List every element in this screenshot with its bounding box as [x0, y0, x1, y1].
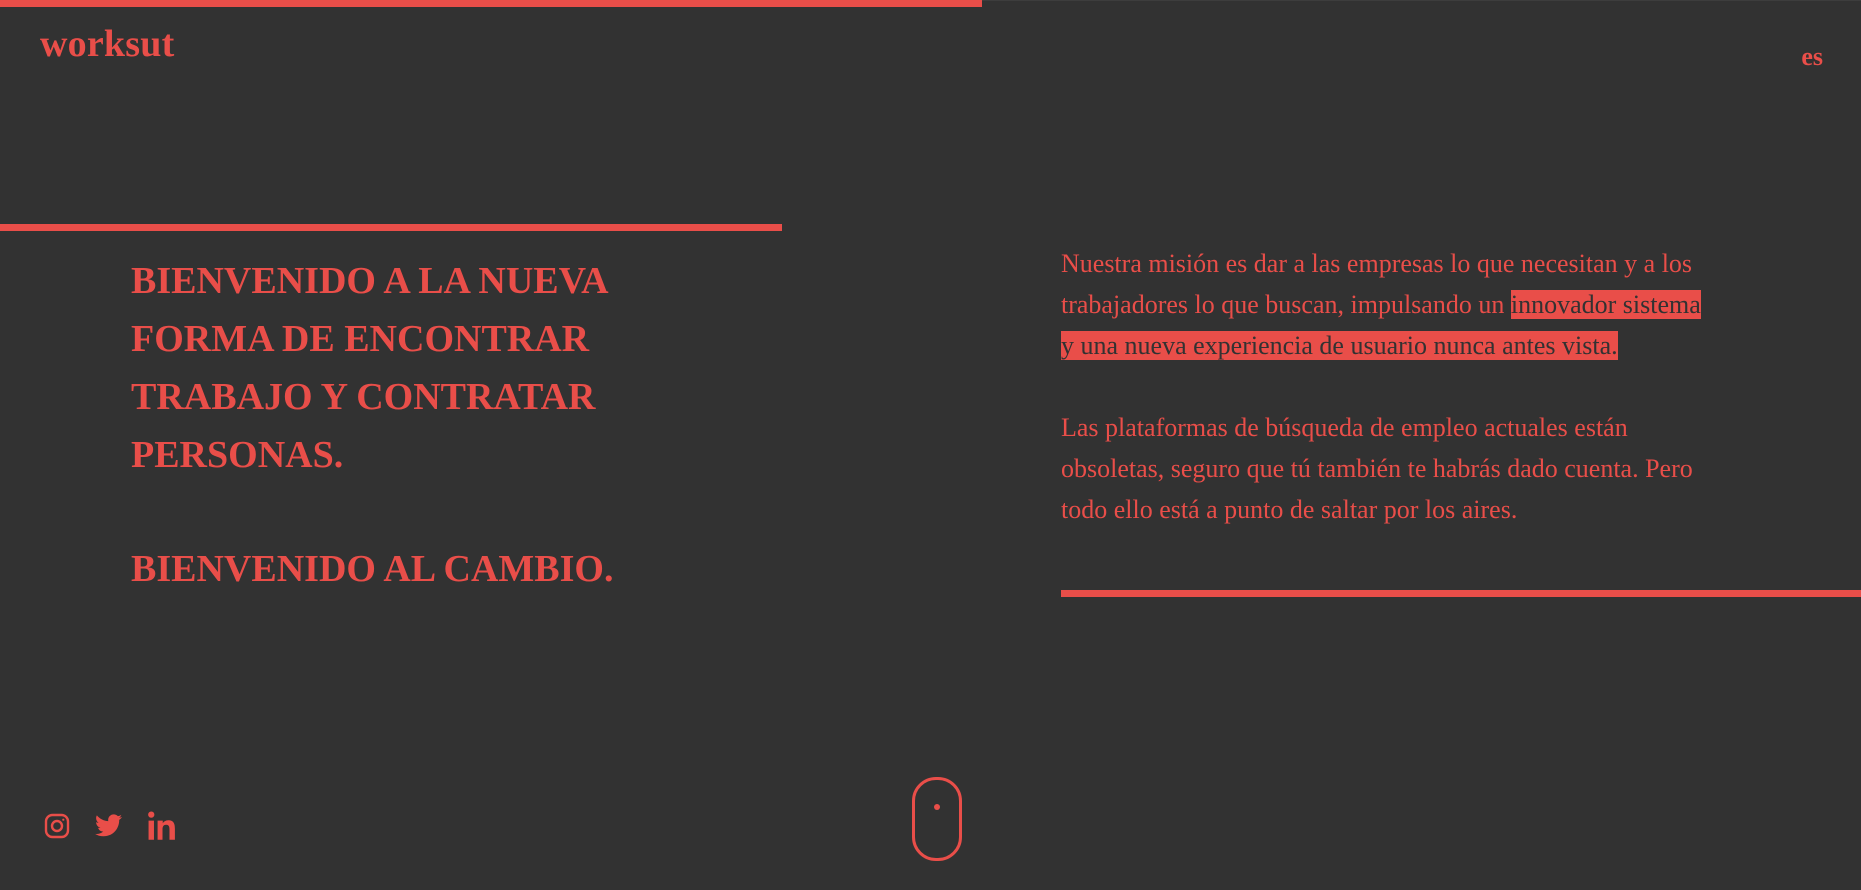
hero-headline-block: Bienvenido a la nueva forma de encontrar… [131, 252, 711, 598]
mouse-scroll-icon[interactable] [912, 777, 962, 861]
mission-paragraph-1: Nuestra misión es dar a las empresas lo … [1061, 243, 1701, 366]
linkedin-icon[interactable] [147, 810, 178, 846]
mission-divider [1061, 590, 1861, 597]
hero-tagline: Bienvenido al cambio. [131, 548, 614, 590]
scroll-progress-bar [0, 0, 982, 7]
hero-headline: Bienvenido a la nueva forma de encontrar… [131, 260, 607, 476]
logo[interactable]: worksut [40, 22, 174, 66]
mouse-wheel-dot [934, 804, 940, 810]
language-switch[interactable]: es [1801, 42, 1823, 72]
mission-paragraph-2: Las plataformas de búsqueda de empleo ac… [1061, 413, 1693, 524]
social-links [44, 810, 178, 846]
mission-text-block: Nuestra misión es dar a las empresas lo … [1061, 243, 1701, 530]
twitter-icon[interactable] [95, 814, 122, 842]
instagram-icon[interactable] [44, 813, 70, 844]
headline-divider [0, 224, 782, 231]
